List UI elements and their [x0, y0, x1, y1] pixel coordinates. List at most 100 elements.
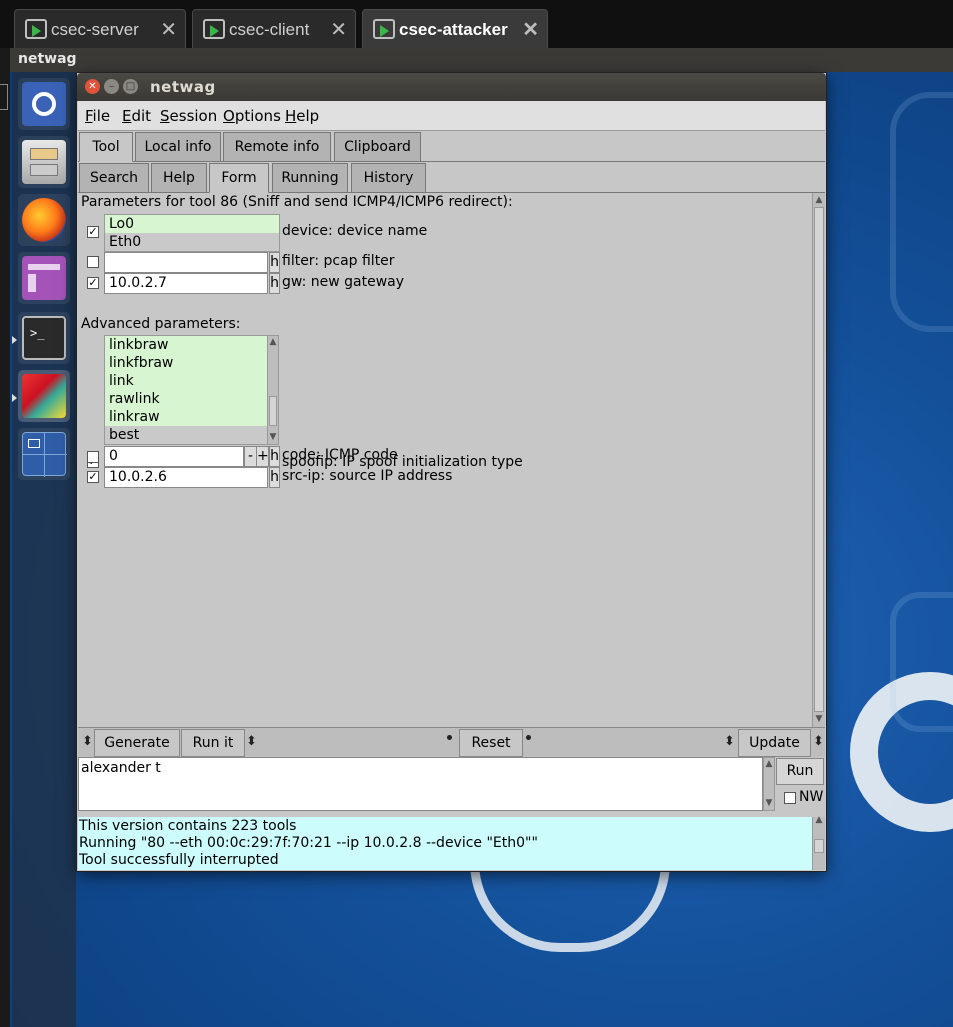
filter-input[interactable]: [104, 252, 268, 273]
gw-checkbox[interactable]: ✓: [87, 277, 99, 289]
terminal-icon: >_: [22, 316, 66, 360]
workspace-switcher-icon: [22, 432, 67, 477]
launcher-terminal[interactable]: >_: [18, 312, 70, 364]
tab-search[interactable]: Search: [79, 163, 149, 193]
generate-button[interactable]: Generate: [94, 729, 180, 757]
device-listbox[interactable]: Lo0 Eth0: [104, 214, 280, 252]
list-item[interactable]: linkraw: [105, 408, 267, 426]
minimize-window-icon[interactable]: –: [104, 79, 119, 94]
scroll-down-icon[interactable]: ▼: [268, 432, 278, 442]
list-item[interactable]: linkbraw: [105, 336, 267, 354]
close-icon[interactable]: ✕: [522, 17, 539, 42]
list-item[interactable]: Lo0: [105, 215, 279, 233]
run-it-button[interactable]: Run it: [181, 729, 245, 757]
code-help-button[interactable]: h: [269, 446, 280, 467]
update-button[interactable]: Update: [738, 729, 811, 757]
action-toolbar: ⬍ Generate Run it ⬍ Reset ⬍ Update ⬍: [78, 727, 825, 757]
reset-button[interactable]: Reset: [459, 729, 523, 757]
scroll-up-icon[interactable]: ▲: [764, 759, 774, 769]
src-ip-checkbox[interactable]: ✓: [87, 471, 99, 483]
gw-input[interactable]: 10.0.2.7: [104, 273, 268, 294]
status-log: This version contains 223 tools Running …: [78, 817, 812, 870]
launcher-ubuntu[interactable]: [18, 78, 70, 130]
filter-help-button[interactable]: h: [269, 252, 280, 273]
scroll-down-icon[interactable]: ▼: [764, 798, 774, 808]
menu-help[interactable]: Help: [285, 107, 319, 125]
scroll-thumb[interactable]: [814, 207, 824, 712]
status-line: This version contains 223 tools: [79, 818, 297, 834]
window-titlebar[interactable]: ✕ – □ netwag: [77, 73, 826, 101]
launcher-workspaces[interactable]: [18, 428, 70, 480]
status-scrollbar[interactable]: ▲: [812, 815, 825, 870]
menu-options[interactable]: Options: [223, 107, 281, 125]
resize-grip-icon[interactable]: ⬍: [813, 734, 824, 749]
launcher-firefox[interactable]: [18, 194, 70, 246]
gw-help-button[interactable]: h: [269, 273, 280, 294]
device-checkbox[interactable]: ✓: [87, 226, 99, 238]
guest-app-title: netwag: [18, 51, 77, 67]
file-cabinet-icon: [22, 140, 66, 184]
tab-form[interactable]: Form: [209, 163, 269, 193]
vm-tab-csec-attacker[interactable]: csec-attacker ✕: [362, 9, 548, 48]
code-input[interactable]: 0: [104, 446, 244, 467]
src-ip-label: src-ip: source IP address: [282, 468, 453, 484]
vm-tab-label: csec-client: [229, 20, 310, 39]
code-checkbox[interactable]: [87, 451, 99, 463]
launcher-netwag[interactable]: [18, 370, 70, 422]
list-item-selected[interactable]: Eth0: [105, 233, 279, 251]
vm-tab-label: csec-server: [51, 20, 139, 39]
resize-grip-icon[interactable]: ⬍: [724, 734, 735, 749]
edge-handle[interactable]: [0, 84, 8, 110]
src-ip-input[interactable]: 10.0.2.6: [104, 467, 268, 488]
list-item[interactable]: linkfbraw: [105, 354, 267, 372]
src-ip-help-button[interactable]: h: [269, 467, 280, 488]
launcher-files[interactable]: [18, 136, 70, 188]
menu-file[interactable]: File: [85, 107, 110, 125]
command-text: alexander t: [81, 760, 161, 776]
filter-checkbox[interactable]: [87, 256, 99, 268]
separator-dot-icon: [526, 735, 531, 740]
vm-tab-csec-server[interactable]: csec-server ✕: [14, 9, 186, 48]
close-window-icon[interactable]: ✕: [85, 79, 100, 94]
tab-local-info[interactable]: Local info: [135, 132, 221, 162]
close-icon[interactable]: ✕: [330, 17, 347, 42]
close-icon[interactable]: ✕: [160, 17, 177, 42]
bg-lock: [890, 592, 953, 732]
gw-label: gw: new gateway: [282, 274, 405, 290]
scroll-down-icon[interactable]: ▼: [814, 714, 824, 724]
menu-session[interactable]: Session: [160, 107, 217, 125]
list-item[interactable]: rawlink: [105, 390, 267, 408]
list-item-selected[interactable]: best: [105, 426, 267, 444]
ubuntu-icon: [22, 82, 66, 126]
tab-help[interactable]: Help: [151, 163, 207, 193]
resize-grip-icon[interactable]: ⬍: [246, 734, 257, 749]
vm-tab-bar: csec-server ✕ csec-client ✕ csec-attacke…: [0, 0, 953, 48]
launcher-window-app[interactable]: [18, 252, 70, 304]
menu-edit[interactable]: Edit: [122, 107, 151, 125]
scroll-up-icon[interactable]: ▲: [814, 195, 824, 205]
resize-grip-icon[interactable]: ⬍: [82, 734, 93, 749]
spoofip-listbox[interactable]: linkbraw linkfbraw link rawlink linkraw …: [104, 335, 268, 445]
tab-remote-info[interactable]: Remote info: [223, 132, 331, 162]
command-textarea[interactable]: alexander t: [78, 757, 763, 811]
vm-tab-csec-client[interactable]: csec-client ✕: [192, 9, 356, 48]
form-scrollbar[interactable]: ▲ ▼: [812, 193, 825, 727]
tab-history[interactable]: History: [351, 163, 426, 193]
nw-checkbox[interactable]: [784, 792, 796, 804]
scroll-up-icon[interactable]: ▲: [268, 337, 278, 347]
list-item[interactable]: link: [105, 372, 267, 390]
command-scrollbar[interactable]: ▲ ▼: [763, 757, 775, 811]
spoofip-scrollbar[interactable]: ▲ ▼: [267, 335, 279, 445]
tab-running[interactable]: Running: [272, 163, 348, 193]
running-indicator: [12, 394, 17, 402]
advanced-header: Advanced parameters:: [81, 316, 241, 332]
tab-clipboard[interactable]: Clipboard: [334, 132, 421, 162]
scroll-thumb[interactable]: [269, 396, 277, 426]
tab-tool[interactable]: Tool: [79, 132, 133, 162]
code-label: code: ICMP code: [282, 447, 398, 463]
scroll-up-icon[interactable]: ▲: [814, 815, 824, 825]
run-button[interactable]: Run: [776, 758, 824, 785]
scroll-thumb[interactable]: [814, 839, 824, 853]
code-increment-button[interactable]: +: [256, 446, 269, 467]
maximize-window-icon[interactable]: □: [123, 79, 138, 94]
